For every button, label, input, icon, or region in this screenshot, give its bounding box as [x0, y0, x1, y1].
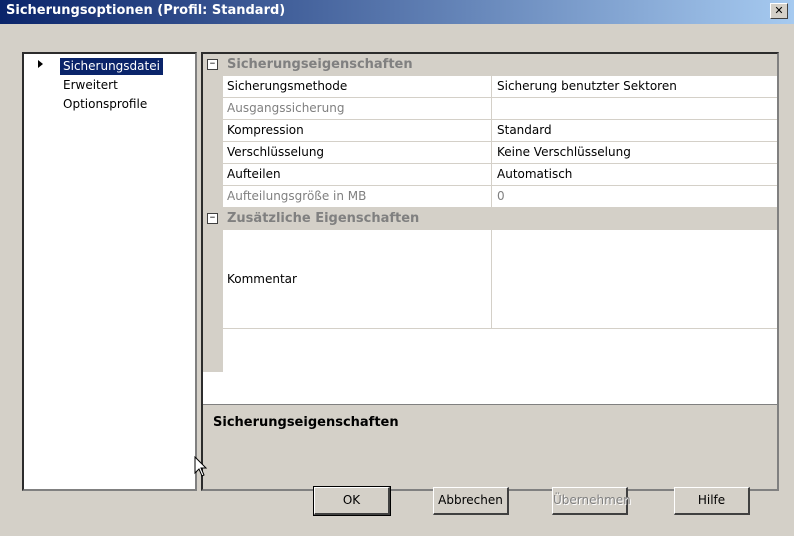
options-nav-tree: Sicherungsdatei Erweitert Optionsprofile: [22, 52, 197, 491]
property-name: Aufteilen: [227, 167, 281, 181]
property-value[interactable]: Sicherung benutzter Sektoren: [497, 79, 677, 93]
property-value[interactable]: Keine Verschlüsselung: [497, 145, 631, 159]
help-button[interactable]: Hilfe: [674, 487, 750, 515]
property-value[interactable]: Standard: [497, 123, 552, 137]
property-row-aufteilungsgroesse: Aufteilungsgröße in MB 0: [223, 186, 777, 208]
button-label: Abbrechen: [438, 493, 503, 507]
property-grid: − Sicherungseigenschaften Sicherungsmeth…: [203, 54, 777, 374]
property-name: Aufteilungsgröße in MB: [227, 189, 367, 203]
property-row-verschluesselung[interactable]: Verschlüsselung Keine Verschlüsselung: [223, 142, 777, 164]
category-zusaetzliche-eigenschaften[interactable]: − Zusätzliche Eigenschaften: [203, 208, 777, 230]
button-label: Hilfe: [697, 493, 726, 507]
mouse-pointer-icon: [194, 456, 208, 477]
title-bar: Sicherungsoptionen (Profil: Standard) ✕: [0, 0, 794, 24]
property-row-kompression[interactable]: Kompression Standard: [223, 120, 777, 142]
dialog-body: Sicherungsdatei Erweitert Optionsprofile…: [0, 24, 794, 536]
collapse-icon[interactable]: −: [207, 59, 218, 70]
nav-item-erweitert[interactable]: Erweitert: [60, 77, 121, 94]
nav-item-label: Erweitert: [63, 78, 118, 92]
description-title: Sicherungseigenschaften: [213, 415, 399, 430]
description-pane: Sicherungseigenschaften: [203, 404, 777, 489]
property-name: Kommentar: [227, 272, 297, 286]
selected-arrow-icon: [38, 60, 43, 68]
property-name: Sicherungsmethode: [227, 79, 348, 93]
property-name: Verschlüsselung: [227, 145, 325, 159]
property-name: Ausgangssicherung: [227, 101, 345, 115]
button-label: OK: [342, 493, 361, 507]
property-row-sicherungsmethode[interactable]: Sicherungsmethode Sicherung benutzter Se…: [223, 76, 777, 98]
property-row-kommentar[interactable]: Kommentar: [223, 230, 777, 329]
collapse-icon[interactable]: −: [207, 213, 218, 224]
property-value: 0: [497, 189, 505, 203]
property-row-ausgangssicherung: Ausgangssicherung: [223, 98, 777, 120]
category-label: Zusätzliche Eigenschaften: [227, 211, 420, 226]
button-label: Übernehmen: [553, 493, 631, 507]
nav-item-sicherungsdatei[interactable]: Sicherungsdatei: [60, 58, 163, 75]
window-title: Sicherungsoptionen (Profil: Standard): [6, 3, 286, 18]
category-sicherungseigenschaften[interactable]: − Sicherungseigenschaften: [203, 54, 777, 76]
nav-item-optionsprofile[interactable]: Optionsprofile: [60, 96, 150, 113]
nav-item-label: Optionsprofile: [63, 97, 148, 111]
category-label: Sicherungseigenschaften: [227, 57, 413, 72]
column-divider: [491, 230, 492, 328]
ok-button[interactable]: OK: [313, 486, 391, 516]
close-button[interactable]: ✕: [770, 3, 788, 19]
apply-button: Übernehmen: [552, 487, 631, 515]
property-value[interactable]: Automatisch: [497, 167, 572, 181]
column-divider: [491, 120, 492, 141]
nav-item-label: Sicherungsdatei: [63, 59, 160, 73]
column-divider: [491, 98, 492, 119]
property-name: Kompression: [227, 123, 304, 137]
close-icon: ✕: [774, 4, 784, 17]
property-grid-panel: − Sicherungseigenschaften Sicherungsmeth…: [201, 52, 779, 491]
cancel-button[interactable]: Abbrechen: [433, 487, 509, 515]
column-divider: [491, 142, 492, 163]
property-row-aufteilen[interactable]: Aufteilen Automatisch: [223, 164, 777, 186]
column-divider: [491, 164, 492, 185]
column-divider: [491, 76, 492, 97]
column-divider: [491, 186, 492, 207]
